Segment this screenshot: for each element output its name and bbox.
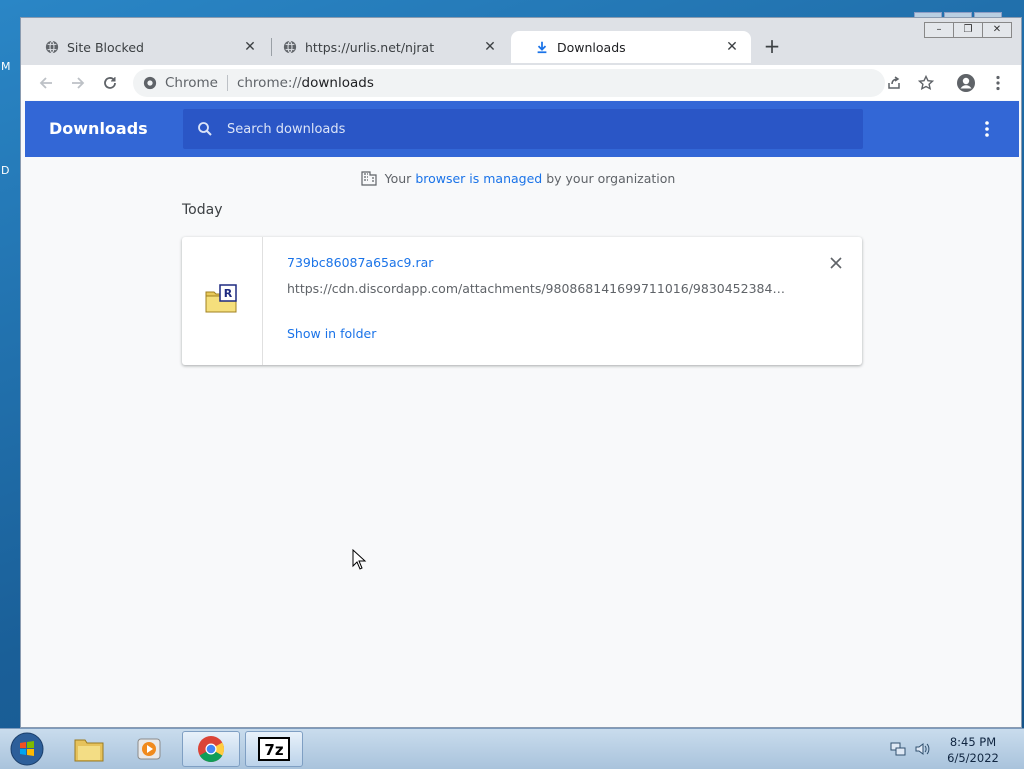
- managed-suffix: by your organization: [542, 171, 676, 186]
- building-icon: [361, 171, 377, 186]
- folder-icon: [74, 739, 104, 762]
- reload-icon: [104, 77, 116, 89]
- volume-icon[interactable]: [914, 741, 930, 757]
- star-icon: [918, 75, 934, 91]
- arrow-left-icon: [39, 77, 52, 89]
- tab-downloads[interactable]: Downloads ✕: [511, 31, 751, 63]
- arrow-right-icon: [72, 77, 85, 89]
- browser-window: Site Blocked ✕ https://urlis.net/njrat ✕…: [20, 17, 1022, 728]
- address-bar[interactable]: Chrome chrome://downloads: [133, 69, 885, 97]
- desktop-icon-fragment: D: [1, 164, 10, 177]
- close-tab-icon[interactable]: ✕: [241, 38, 259, 56]
- download-icon: [537, 41, 547, 54]
- bookmark-button[interactable]: [913, 70, 939, 96]
- site-chip-label: Chrome: [165, 75, 218, 91]
- download-filename-link[interactable]: 739bc86087a65ac9.rar: [287, 255, 433, 270]
- taskbar-media-player[interactable]: [120, 731, 178, 767]
- search-box[interactable]: [183, 109, 863, 149]
- globe-icon: [283, 40, 297, 54]
- chrome-menu-button[interactable]: [985, 70, 1011, 96]
- download-source-url[interactable]: https://cdn.discordapp.com/attachments/9…: [287, 281, 787, 296]
- chrome-icon: [143, 76, 157, 90]
- managed-link[interactable]: browser is managed: [415, 171, 542, 186]
- windows-start-icon: [10, 732, 44, 766]
- managed-prefix: Your: [384, 171, 416, 186]
- avatar-icon: [957, 74, 975, 92]
- reload-button[interactable]: [97, 70, 123, 96]
- more-vert-icon: [996, 75, 1000, 91]
- profile-button[interactable]: [953, 70, 979, 96]
- browser-toolbar: Chrome chrome://downloads: [21, 65, 1021, 100]
- network-icon[interactable]: [890, 741, 906, 757]
- taskbar-chrome[interactable]: [182, 731, 240, 767]
- show-in-folder-link[interactable]: Show in folder: [287, 326, 376, 341]
- page-title: Downloads: [49, 119, 148, 138]
- svg-text:R: R: [224, 287, 233, 300]
- downloads-menu-button[interactable]: [977, 118, 997, 140]
- search-input[interactable]: [225, 120, 829, 138]
- desktop-icon-fragment: M: [1, 60, 11, 73]
- tab-strip: Site Blocked ✕ https://urlis.net/njrat ✕…: [21, 18, 1021, 65]
- mouse-cursor-icon: [352, 549, 367, 570]
- url-host: downloads: [301, 75, 374, 91]
- taskbar: 7z 8:45 PM 6/5/2022: [0, 728, 1024, 769]
- media-player-icon: [137, 738, 161, 760]
- file-icon-column: R: [182, 237, 263, 365]
- date-group-label: Today: [182, 202, 223, 218]
- tab-label: https://urlis.net/njrat: [305, 39, 435, 55]
- close-icon: [830, 257, 842, 269]
- download-item: R 739bc86087a65ac9.rar https://cdn.disco…: [182, 237, 862, 365]
- close-tab-icon[interactable]: ✕: [723, 38, 741, 56]
- close-tab-icon[interactable]: ✕: [481, 38, 499, 56]
- globe-icon: [45, 40, 59, 54]
- svg-text:7z: 7z: [264, 741, 283, 759]
- taskbar-7zip[interactable]: 7z: [245, 731, 303, 767]
- new-tab-button[interactable]: +: [761, 35, 783, 57]
- downloads-header: Downloads: [25, 101, 1019, 157]
- chrome-icon: [198, 736, 225, 763]
- tab-site-blocked[interactable]: Site Blocked ✕: [21, 31, 269, 63]
- share-icon: [888, 76, 900, 89]
- restore-button[interactable]: ❐: [953, 22, 983, 38]
- url-scheme: chrome://: [236, 75, 302, 91]
- close-window-button[interactable]: ✕: [982, 22, 1012, 38]
- system-clock[interactable]: 8:45 PM 6/5/2022: [935, 734, 1011, 766]
- start-button[interactable]: [2, 731, 52, 767]
- 7zip-icon: 7z: [258, 737, 290, 761]
- tab-urlis-njrat[interactable]: https://urlis.net/njrat ✕: [259, 31, 509, 63]
- clock-date: 6/5/2022: [947, 751, 999, 765]
- back-button[interactable]: [33, 70, 59, 96]
- tab-label: Downloads: [557, 39, 626, 55]
- managed-notice: Your browser is managed by your organiza…: [21, 170, 1015, 186]
- more-vert-icon: [985, 121, 989, 137]
- omnibox-divider: [226, 75, 228, 91]
- taskbar-explorer[interactable]: [60, 731, 118, 767]
- winrar-archive-icon: R: [205, 284, 237, 313]
- forward-button[interactable]: [65, 70, 91, 96]
- url-text: chrome://downloads: [237, 75, 374, 91]
- remove-download-button[interactable]: [825, 252, 847, 274]
- tab-label: Site Blocked: [67, 39, 144, 55]
- search-icon: [198, 122, 212, 136]
- site-info-chip[interactable]: Chrome: [143, 75, 218, 91]
- share-button[interactable]: [881, 70, 907, 96]
- minimize-button[interactable]: –: [924, 22, 954, 38]
- window-controls: – ❐ ✕: [924, 22, 1012, 38]
- clock-time: 8:45 PM: [949, 735, 997, 749]
